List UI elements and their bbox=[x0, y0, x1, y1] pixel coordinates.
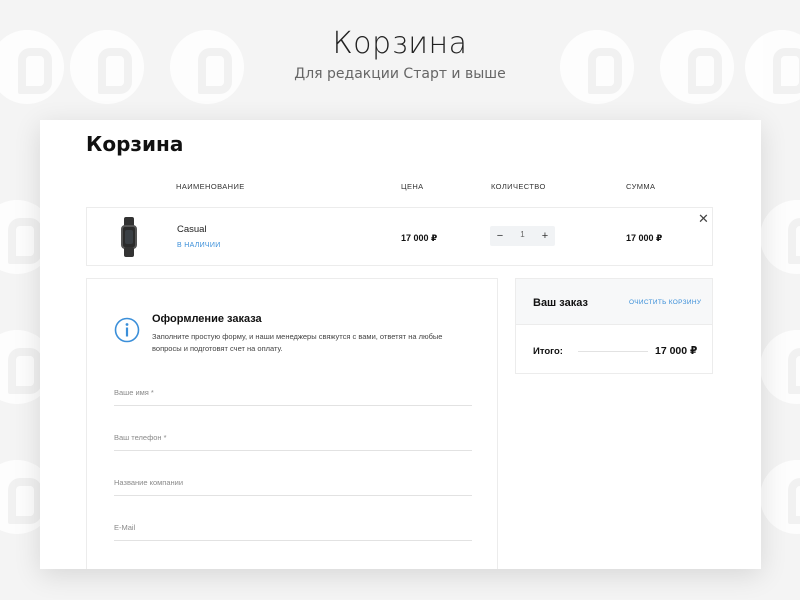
watch-face bbox=[121, 225, 137, 249]
name-field[interactable]: Ваше имя * bbox=[114, 384, 472, 406]
cart-page-panel: Корзина НАИМЕНОВАНИЕ ЦЕНА КОЛИЧЕСТВО СУМ… bbox=[40, 120, 761, 569]
item-price: 17 000 ₽ bbox=[401, 233, 438, 243]
email-field-placeholder: E-Mail bbox=[114, 523, 136, 532]
stock-status: В НАЛИЧИИ bbox=[177, 242, 221, 249]
column-header-name: НАИМЕНОВАНИЕ bbox=[176, 182, 245, 191]
company-field-placeholder: Название компании bbox=[114, 478, 184, 487]
column-header-price: ЦЕНА bbox=[401, 182, 424, 191]
form-description: Заполните простую форму, и наши менеджер… bbox=[152, 332, 443, 353]
watch-strap-bottom bbox=[124, 247, 134, 257]
order-summary-title: Ваш заказ bbox=[533, 297, 588, 309]
column-header-sum: СУММА bbox=[626, 182, 656, 191]
hero-title: Корзина bbox=[332, 26, 468, 61]
name-field-placeholder: Ваше имя * bbox=[114, 388, 154, 397]
page-title: Корзина bbox=[86, 132, 184, 156]
quantity-stepper: − 1 + bbox=[490, 226, 555, 246]
cart-item-row: Casual В НАЛИЧИИ 17 000 ₽ − 1 + 17 000 ₽… bbox=[86, 207, 713, 266]
phone-field[interactable]: Ваш телефон * bbox=[114, 429, 472, 451]
form-title: Оформление заказа bbox=[152, 313, 262, 325]
total-divider bbox=[578, 351, 648, 352]
quantity-value[interactable]: 1 bbox=[506, 230, 539, 239]
close-icon[interactable]: ✕ bbox=[698, 212, 709, 225]
total-value: 17 000 ₽ bbox=[655, 345, 698, 357]
logo-watermark-icon bbox=[760, 330, 800, 404]
item-name-link[interactable]: Casual bbox=[177, 224, 207, 235]
phone-field-placeholder: Ваш телефон * bbox=[114, 433, 167, 442]
watch-product-image[interactable] bbox=[121, 217, 137, 257]
logo-watermark-icon bbox=[760, 460, 800, 534]
quantity-increase-button[interactable]: + bbox=[537, 228, 553, 244]
column-header-quantity: КОЛИЧЕСТВО bbox=[491, 182, 546, 191]
logo-watermark-icon bbox=[760, 200, 800, 274]
total-label: Итого: bbox=[533, 346, 563, 357]
company-field[interactable]: Название компании bbox=[114, 474, 472, 496]
item-sum: 17 000 ₽ bbox=[626, 233, 663, 243]
order-summary-header: Ваш заказ ОЧИСТИТЬ КОРЗИНУ bbox=[516, 279, 712, 325]
email-field[interactable]: E-Mail bbox=[114, 519, 472, 541]
clear-cart-link[interactable]: ОЧИСТИТЬ КОРЗИНУ bbox=[629, 299, 701, 306]
info-icon bbox=[114, 317, 140, 343]
watch-screen bbox=[125, 230, 133, 244]
order-summary: Ваш заказ ОЧИСТИТЬ КОРЗИНУ Итого: 17 000… bbox=[515, 278, 713, 374]
hero-subtitle: Для редакции Старт и выше bbox=[294, 66, 506, 82]
order-form: Оформление заказа Заполните простую форм… bbox=[86, 278, 498, 569]
